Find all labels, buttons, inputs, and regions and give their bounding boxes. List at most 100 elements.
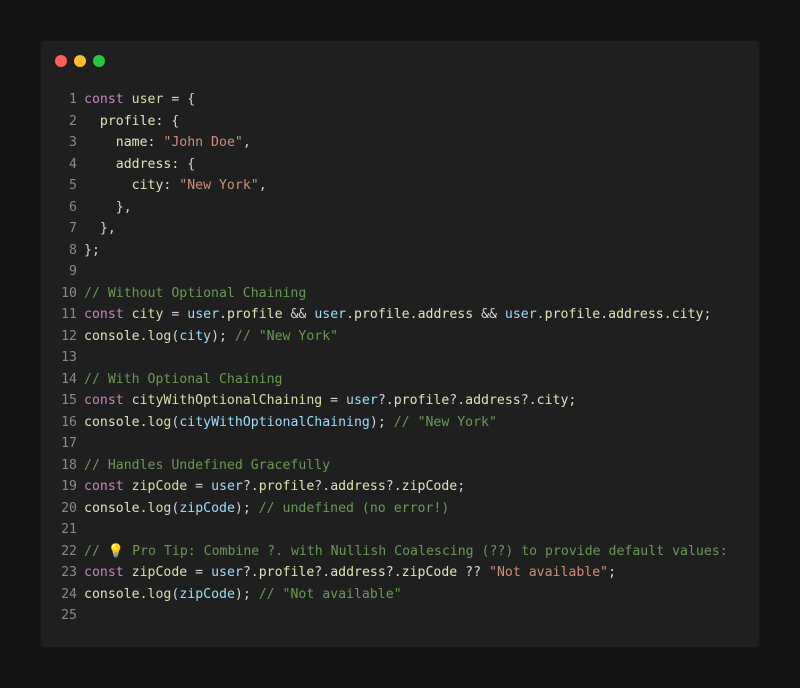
line-number: 4 xyxy=(69,156,77,172)
code-token: = { xyxy=(163,92,196,107)
code-token: ); xyxy=(234,586,259,602)
code-token: profile xyxy=(354,307,410,322)
code-line: 20 console.log(zipCode); // undefined (no… xyxy=(41,498,759,520)
line-number: 8 xyxy=(69,242,77,258)
code-line: 16 console.log(cityWithOptionalChaining);… xyxy=(41,412,759,434)
code-token: // Without Optional Chaining xyxy=(84,285,307,301)
code-text: // With Optional Chaining xyxy=(84,369,283,391)
line-number: 16 xyxy=(61,414,77,430)
line-number: 17 xyxy=(61,436,77,451)
code-token: ?. xyxy=(520,393,537,408)
code-token: = xyxy=(187,479,212,494)
code-token: . xyxy=(346,307,355,322)
close-button-icon[interactable] xyxy=(55,55,67,67)
code-token: // 💡 Pro Tip: Combine ?. with Nullish Co… xyxy=(84,543,728,559)
code-token: user xyxy=(211,479,243,494)
line-number: 11 xyxy=(61,307,77,322)
line-number: 2 xyxy=(69,113,77,129)
maximize-button-icon[interactable] xyxy=(93,55,105,67)
code-token: , xyxy=(242,135,251,150)
line-number: 20 xyxy=(61,500,77,516)
code-line: 11 const city = user.profile && user.prof… xyxy=(41,304,759,326)
code-token: . xyxy=(219,307,227,322)
code-text: const zipCode = user?.profile?.address?.… xyxy=(84,476,465,498)
code-token: user xyxy=(131,92,164,107)
code-line: 1 const user = { xyxy=(41,89,759,111)
line-number: 22 xyxy=(61,543,77,559)
line-number: 19 xyxy=(61,479,77,494)
code-token: const xyxy=(84,92,124,107)
code-token: profile xyxy=(393,393,450,408)
code-token: log xyxy=(147,328,172,344)
code-text: const user = { xyxy=(84,89,195,111)
line-number: 1 xyxy=(69,92,77,107)
code-token: profile xyxy=(258,565,315,580)
code-token: // undefined (no error!) xyxy=(258,500,450,516)
code-token: user xyxy=(211,565,243,580)
code-token: city xyxy=(131,307,164,322)
code-token: "Not available" xyxy=(489,565,609,580)
code-token: cityWithOptionalChaining xyxy=(179,414,370,430)
code-token: address xyxy=(330,479,386,494)
code-line: 6 }, xyxy=(41,197,759,219)
code-token: city xyxy=(671,307,704,322)
code-token: && xyxy=(282,307,315,322)
code-token: const xyxy=(84,479,124,494)
code-text: const cityWithOptionalChaining = user?.p… xyxy=(84,390,576,412)
code-token: = xyxy=(187,565,212,580)
code-token: ; xyxy=(457,479,466,494)
code-text: const city = user.profile && user.profil… xyxy=(84,304,711,326)
code-token: ); xyxy=(211,328,235,344)
code-line: 24 console.log(zipCode); // "Not availabl… xyxy=(41,584,759,606)
code-token: log xyxy=(147,500,172,516)
code-token: = xyxy=(322,393,347,408)
code-token: address xyxy=(330,565,386,580)
code-token: . xyxy=(139,500,148,516)
code-line: 21 xyxy=(41,519,759,541)
code-line: 14 // With Optional Chaining xyxy=(41,369,759,391)
code-token: . xyxy=(409,307,418,322)
code-token: ?? xyxy=(457,565,489,580)
code-token: // "New York" xyxy=(393,414,497,430)
code-token: user xyxy=(346,393,378,408)
line-number: 9 xyxy=(69,264,77,279)
code-token: ?. xyxy=(242,479,259,494)
code-token: ?. xyxy=(385,565,402,580)
code-line: 5 city: "New York", xyxy=(41,175,759,197)
code-editor[interactable]: 1 const user = {2 profile: {3 name: "John… xyxy=(41,89,759,627)
code-token: ); xyxy=(369,414,394,430)
line-number: 24 xyxy=(61,586,77,602)
code-line: 18 // Handles Undefined Gracefully xyxy=(41,455,759,477)
code-token: console xyxy=(84,414,140,430)
code-token: address xyxy=(465,393,521,408)
code-token: cityWithOptionalChaining xyxy=(131,393,323,408)
line-number: 21 xyxy=(61,522,77,537)
code-token: address xyxy=(417,307,474,322)
line-number: 18 xyxy=(61,457,77,473)
code-line: 10 // Without Optional Chaining xyxy=(41,283,759,305)
code-token: ?. xyxy=(242,565,259,580)
code-text: address: { xyxy=(84,154,195,176)
code-text: // Handles Undefined Gracefully xyxy=(84,455,330,477)
code-token: "New York" xyxy=(179,178,259,193)
minimize-button-icon[interactable] xyxy=(74,55,86,67)
code-token: // With Optional Chaining xyxy=(84,371,283,387)
code-token: . xyxy=(139,328,148,344)
code-token: zipCode xyxy=(131,565,188,580)
code-line: 23 const zipCode = user?.profile?.address… xyxy=(41,562,759,584)
code-token: zipCode xyxy=(401,479,458,494)
code-text: console.log(cityWithOptionalChaining); /… xyxy=(84,412,497,434)
code-line: 4 address: { xyxy=(41,154,759,176)
code-line: 2 profile: { xyxy=(41,111,759,133)
code-token: . xyxy=(139,414,148,430)
code-line: 19 const zipCode = user?.profile?.address… xyxy=(41,476,759,498)
code-text: name: "John Doe", xyxy=(84,132,251,154)
code-token: ; xyxy=(703,307,712,322)
code-line: 15 const cityWithOptionalChaining = user?… xyxy=(41,390,759,412)
line-number: 15 xyxy=(61,393,77,408)
code-token: // "New York" xyxy=(234,328,339,344)
